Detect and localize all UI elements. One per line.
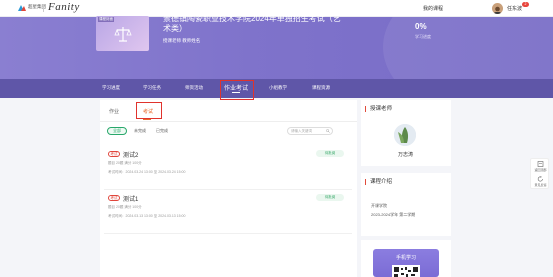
progress-value: 0%	[415, 22, 427, 31]
exam-meta: 题目 20题 满分 100分	[108, 161, 142, 165]
teacher-name[interactable]: 万志涛	[398, 151, 413, 158]
tab-homework[interactable]: 作业	[109, 108, 119, 115]
exam-meta: 题目 20题 满分 100分	[108, 205, 142, 209]
floating-toolbar: 返回顶部 意见反馈	[530, 158, 549, 189]
user-avatar[interactable]	[492, 3, 503, 14]
teacher-avatar[interactable]	[394, 124, 416, 146]
nav-item-progress[interactable]: 学习进度	[102, 85, 120, 91]
qr-code	[392, 265, 420, 277]
course-title: 景德镇陶瓷职业技术学院2024年单独招生考试（艺术类）	[163, 14, 341, 33]
exam-title[interactable]: 测试2	[123, 150, 138, 159]
logo-icon	[18, 5, 26, 11]
nav-item-groups[interactable]: 小组教学	[269, 85, 287, 91]
banner-decoration	[383, 17, 553, 79]
banner-teacher: 授课老师 教师姓名	[163, 38, 201, 43]
nav-item-tasks[interactable]: 学习任务	[143, 85, 161, 91]
nav-item-resources[interactable]: 课程资源	[312, 85, 330, 91]
search-input[interactable]: 请输入关键词	[287, 127, 333, 135]
cover-label: 课程封面	[98, 17, 114, 22]
scale-icon	[114, 27, 132, 42]
brand-name[interactable]: Fanity	[48, 1, 80, 13]
notification-badge[interactable]: 2	[522, 2, 529, 7]
user-name[interactable]: 任东波	[507, 5, 522, 12]
exam-status-badge[interactable]: 待批阅	[316, 150, 344, 157]
document-icon	[537, 161, 544, 167]
teacher-heading: 授课老师	[365, 106, 392, 112]
exam-time: 考试时间：2024.03.13 13:00 至 2024.03.13 15:00	[108, 214, 186, 218]
exam-title[interactable]: 测试1	[123, 194, 138, 203]
tab-highlight-box	[136, 102, 162, 119]
mobile-learning-title: 手机学习	[395, 255, 416, 261]
mobile-learning-card: 手机学习	[373, 249, 439, 277]
exam-tag: 考试	[108, 195, 120, 201]
float-item-feedback[interactable]: 意见反馈	[531, 183, 550, 187]
subtab-active-underline	[143, 119, 151, 120]
divider	[100, 121, 357, 122]
intro-college: 开课学院	[371, 203, 387, 208]
logo-divider	[43, 4, 44, 12]
exam-item[interactable]: 考试 测试2 题目 20题 满分 100分 考试时间：2024.03.24 13…	[104, 148, 352, 190]
my-course-link[interactable]: 我的课程	[423, 5, 443, 12]
filter-complete[interactable]: 已完成	[151, 127, 173, 135]
course-nav: 学习进度 学习任务 师资活动 作业考试 小组教学 课程资源	[0, 79, 553, 98]
filter-incomplete[interactable]: 未完成	[129, 127, 151, 135]
exam-tag: 考试	[108, 151, 120, 157]
filter-all[interactable]: 全部	[107, 127, 127, 135]
search-placeholder: 请输入关键词	[291, 129, 312, 133]
intro-heading: 课程介绍	[365, 179, 392, 185]
progress-label: 学习进度	[415, 34, 431, 39]
exam-time: 考试时间：2024.03.24 13:00 至 2024.03.24 15:00	[108, 170, 186, 174]
intro-term: 2023-2024学年 第二学期	[371, 212, 416, 217]
search-icon	[326, 129, 330, 133]
nav-item-activities[interactable]: 师资活动	[185, 85, 203, 91]
refresh-icon	[537, 176, 543, 182]
course-cover: 课程封面	[96, 16, 149, 51]
nav-highlight-box	[220, 80, 254, 100]
exam-status-badge[interactable]: 待批阅	[316, 194, 344, 201]
float-item-top[interactable]: 返回顶部	[531, 168, 550, 172]
exam-item[interactable]: 考试 测试1 题目 20题 满分 100分 考试时间：2024.03.13 13…	[104, 192, 352, 234]
